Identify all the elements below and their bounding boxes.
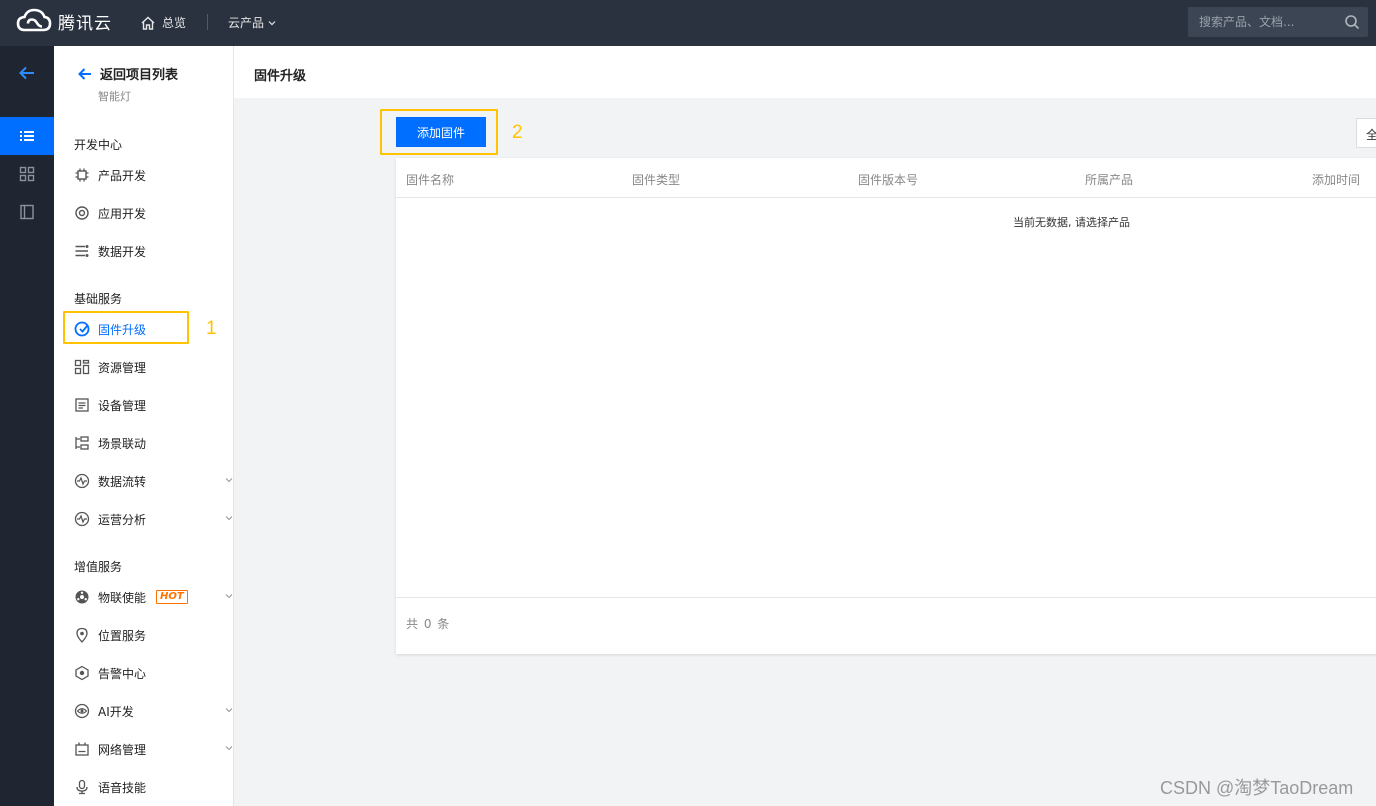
sidebar-item-resource-mgmt[interactable]: 资源管理 bbox=[74, 355, 224, 379]
column-header-firmware-name: 固件名称 bbox=[406, 173, 455, 187]
sidebar-item-label: 数据开发 bbox=[98, 244, 147, 259]
total-count: 共 0 条 bbox=[406, 617, 451, 631]
empty-state-text: 当前无数据, 请选择产品 bbox=[1013, 216, 1130, 229]
sidebar-item-app-dev[interactable]: 应用开发 bbox=[74, 201, 224, 225]
arrow-left-icon bbox=[19, 66, 34, 80]
nav-overview[interactable]: 总览 bbox=[140, 14, 186, 31]
back-label: 返回项目列表 bbox=[100, 68, 179, 83]
chevron-down-icon bbox=[225, 594, 233, 599]
annotation-number-2: 2 bbox=[512, 122, 523, 143]
pulse-icon bbox=[74, 511, 90, 527]
brand-name: 腾讯云 bbox=[58, 13, 112, 34]
sidebar-item-label: 设备管理 bbox=[98, 398, 147, 413]
column-header-product: 所属产品 bbox=[1085, 173, 1134, 187]
location-pin-icon bbox=[74, 627, 90, 643]
annotation-highlight-box-1 bbox=[63, 311, 189, 344]
group-title-dev-center: 开发中心 bbox=[74, 138, 123, 152]
page-title: 固件升级 bbox=[254, 69, 307, 84]
scene-icon bbox=[74, 435, 90, 451]
sidebar-item-alert-center[interactable]: 告警中心 bbox=[74, 661, 224, 685]
nav-overview-label: 总览 bbox=[162, 16, 187, 30]
add-firmware-button[interactable]: 添加固件 bbox=[396, 117, 486, 147]
sidebar-item-device-mgmt[interactable]: 设备管理 bbox=[74, 393, 224, 417]
sidebar-item-product-dev[interactable]: 产品开发 bbox=[74, 163, 224, 187]
grid-icon bbox=[19, 166, 35, 182]
sidebar-item-ai-dev[interactable]: AI开发 bbox=[74, 699, 233, 723]
table-header: 固件名称 固件类型 固件版本号 所属产品 添加时间 bbox=[396, 158, 1376, 198]
column-header-added-time: 添加时间 bbox=[1312, 173, 1361, 187]
group-title-value-added: 增值服务 bbox=[74, 560, 123, 574]
sidebar-item-label: 产品开发 bbox=[98, 168, 147, 183]
group-title-basic-services: 基础服务 bbox=[74, 292, 123, 306]
app-dev-icon bbox=[74, 205, 90, 221]
sidebar-item-label: 网络管理 bbox=[98, 742, 147, 757]
rail-item-docs[interactable] bbox=[0, 193, 54, 231]
column-header-firmware-version: 固件版本号 bbox=[858, 173, 919, 187]
back-to-projects-link[interactable]: 返回项目列表 bbox=[77, 64, 178, 83]
iot-enable-icon bbox=[74, 589, 90, 605]
data-flow-icon bbox=[74, 243, 90, 259]
nav-products-label: 云产品 bbox=[228, 16, 265, 30]
chevron-down-icon bbox=[225, 478, 233, 483]
sidebar-item-label: 运营分析 bbox=[98, 512, 147, 527]
sidebar-item-data-dev[interactable]: 数据开发 bbox=[74, 239, 224, 263]
nav-products-dropdown[interactable]: 云产品 bbox=[228, 14, 277, 31]
sidebar-item-label: 物联使能 bbox=[98, 590, 147, 605]
column-header-firmware-type: 固件类型 bbox=[632, 173, 681, 187]
sidebar-item-label: AI开发 bbox=[98, 704, 134, 719]
rail-item-grid[interactable] bbox=[0, 155, 54, 193]
watermark: CSDN @淘梦TaoDream bbox=[1160, 778, 1354, 798]
chevron-down-icon bbox=[225, 516, 233, 521]
sidebar-item-label: 告警中心 bbox=[98, 666, 147, 681]
resource-icon bbox=[74, 359, 90, 375]
book-icon bbox=[20, 204, 34, 220]
search-input[interactable] bbox=[1188, 7, 1349, 37]
list-icon bbox=[20, 131, 34, 141]
sidebar-item-label: 应用开发 bbox=[98, 206, 147, 221]
nav-divider bbox=[207, 14, 208, 30]
sidebar: 返回项目列表 智能灯 开发中心 产品开发 应用开发 数据开发 基础服务 固件升级… bbox=[54, 46, 234, 806]
sidebar-item-label: 资源管理 bbox=[98, 360, 147, 375]
device-icon bbox=[74, 397, 90, 413]
pulse-icon bbox=[74, 473, 90, 489]
top-navigation-bar: 腾讯云 总览 云产品 bbox=[0, 0, 1376, 46]
chevron-down-icon bbox=[225, 746, 233, 751]
product-filter-select[interactable]: 全 bbox=[1356, 118, 1376, 148]
sidebar-item-iot-enable[interactable]: 物联使能 HOT bbox=[74, 585, 233, 609]
sidebar-item-ops-analysis[interactable]: 运营分析 bbox=[74, 507, 233, 531]
cloud-logo-icon bbox=[16, 8, 52, 32]
microphone-icon bbox=[74, 779, 90, 795]
chip-icon bbox=[74, 167, 90, 183]
hot-badge: HOT bbox=[156, 590, 188, 604]
search-icon bbox=[1345, 15, 1360, 30]
sidebar-item-location[interactable]: 位置服务 bbox=[74, 623, 224, 647]
annotation-number-1: 1 bbox=[206, 318, 217, 339]
sidebar-item-data-flow[interactable]: 数据流转 bbox=[74, 469, 233, 493]
home-icon bbox=[141, 16, 155, 30]
alert-icon bbox=[74, 665, 90, 681]
sidebar-item-label: 数据流转 bbox=[98, 474, 147, 489]
firmware-table: 固件名称 固件类型 固件版本号 所属产品 添加时间 当前无数据, 请选择产品 共… bbox=[396, 158, 1376, 654]
table-footer: 共 0 条 bbox=[396, 597, 1376, 655]
rail-item-list[interactable] bbox=[0, 117, 54, 155]
chevron-down-icon bbox=[268, 20, 276, 25]
chevron-down-icon bbox=[225, 708, 233, 713]
icon-rail bbox=[0, 46, 54, 806]
project-name: 智能灯 bbox=[98, 90, 131, 103]
brand-logo[interactable]: 腾讯云 bbox=[16, 8, 112, 34]
sidebar-item-label: 场景联动 bbox=[98, 436, 147, 451]
sidebar-item-voice-skill[interactable]: 语音技能 bbox=[74, 775, 224, 799]
sidebar-item-label: 语音技能 bbox=[98, 780, 147, 795]
sidebar-item-label: 位置服务 bbox=[98, 628, 147, 643]
ai-eye-icon bbox=[74, 703, 90, 719]
sidebar-item-network-mgmt[interactable]: 网络管理 bbox=[74, 737, 233, 761]
page-header: 固件升级 bbox=[234, 46, 1376, 98]
search-box bbox=[1188, 7, 1368, 37]
arrow-left-icon bbox=[78, 67, 91, 80]
rail-back-button[interactable] bbox=[0, 55, 54, 91]
network-icon bbox=[74, 741, 90, 757]
sidebar-item-scene-linkage[interactable]: 场景联动 bbox=[74, 431, 224, 455]
search-button[interactable] bbox=[1344, 14, 1360, 33]
